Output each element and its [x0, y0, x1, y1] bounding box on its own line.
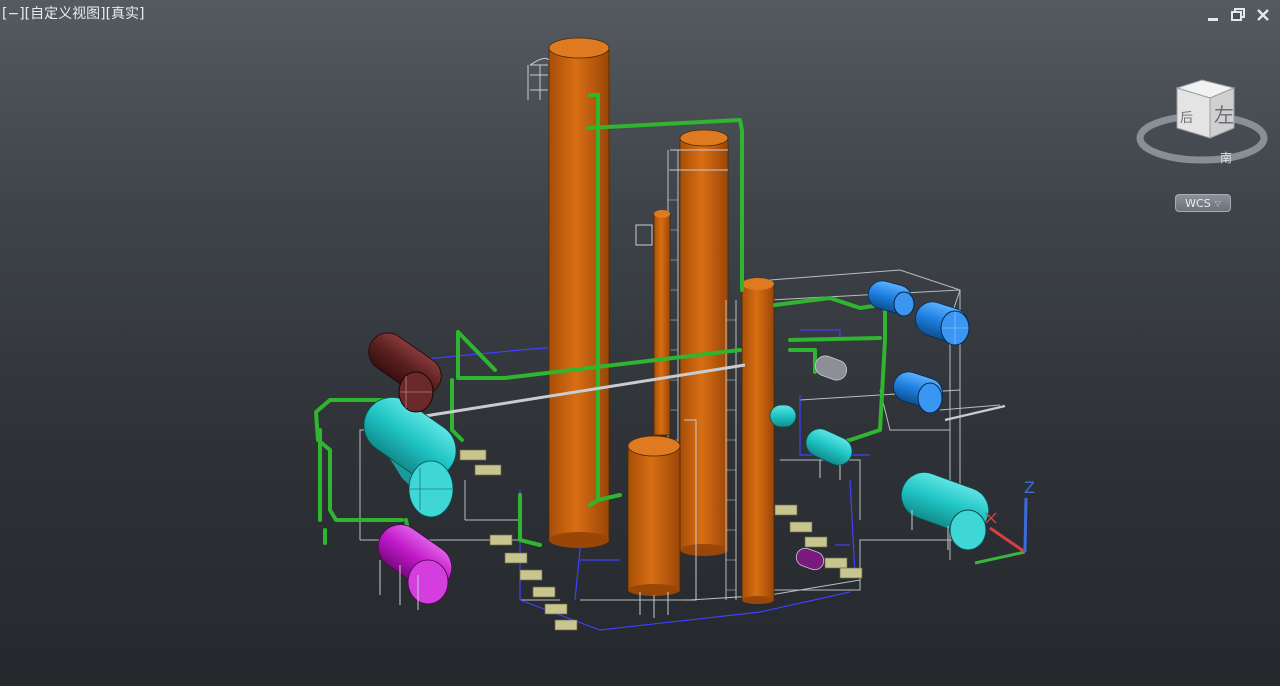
- ucs-z-label: Z: [1024, 478, 1035, 497]
- chevron-down-icon: ▽: [1214, 198, 1221, 208]
- heat-exchanger-blue-2[interactable]: [911, 297, 973, 346]
- viewcube-face-label: 左: [1214, 103, 1234, 127]
- drawing-viewport[interactable]: [−][自定义视图][真实] Z 左 后 南 WCS ▽: [0, 0, 1280, 686]
- wcs-label: WCS: [1185, 196, 1211, 210]
- wcs-menu[interactable]: WCS ▽: [1175, 194, 1231, 212]
- distillation-column-4[interactable]: [725, 278, 775, 604]
- plant-3d-model[interactable]: Z: [0, 0, 1280, 686]
- horizontal-vessel-cyan-2[interactable]: [895, 466, 995, 551]
- viewcube-compass-label: 南: [1220, 150, 1232, 165]
- small-drum-purple[interactable]: [794, 546, 826, 572]
- small-drum-grey[interactable]: [813, 353, 850, 383]
- distillation-column-3[interactable]: [635, 210, 671, 436]
- viewcube-side-label: 后: [1180, 111, 1193, 126]
- heat-exchanger-blue-1[interactable]: [865, 278, 915, 317]
- heat-exchanger-blue-3[interactable]: [890, 368, 947, 414]
- viewcube[interactable]: 左 后 南: [1132, 72, 1272, 172]
- small-vessel-cyan-2[interactable]: [769, 404, 797, 428]
- horizontal-vessel-magenta[interactable]: [370, 516, 461, 610]
- small-vessel-cyan-1[interactable]: [801, 424, 856, 480]
